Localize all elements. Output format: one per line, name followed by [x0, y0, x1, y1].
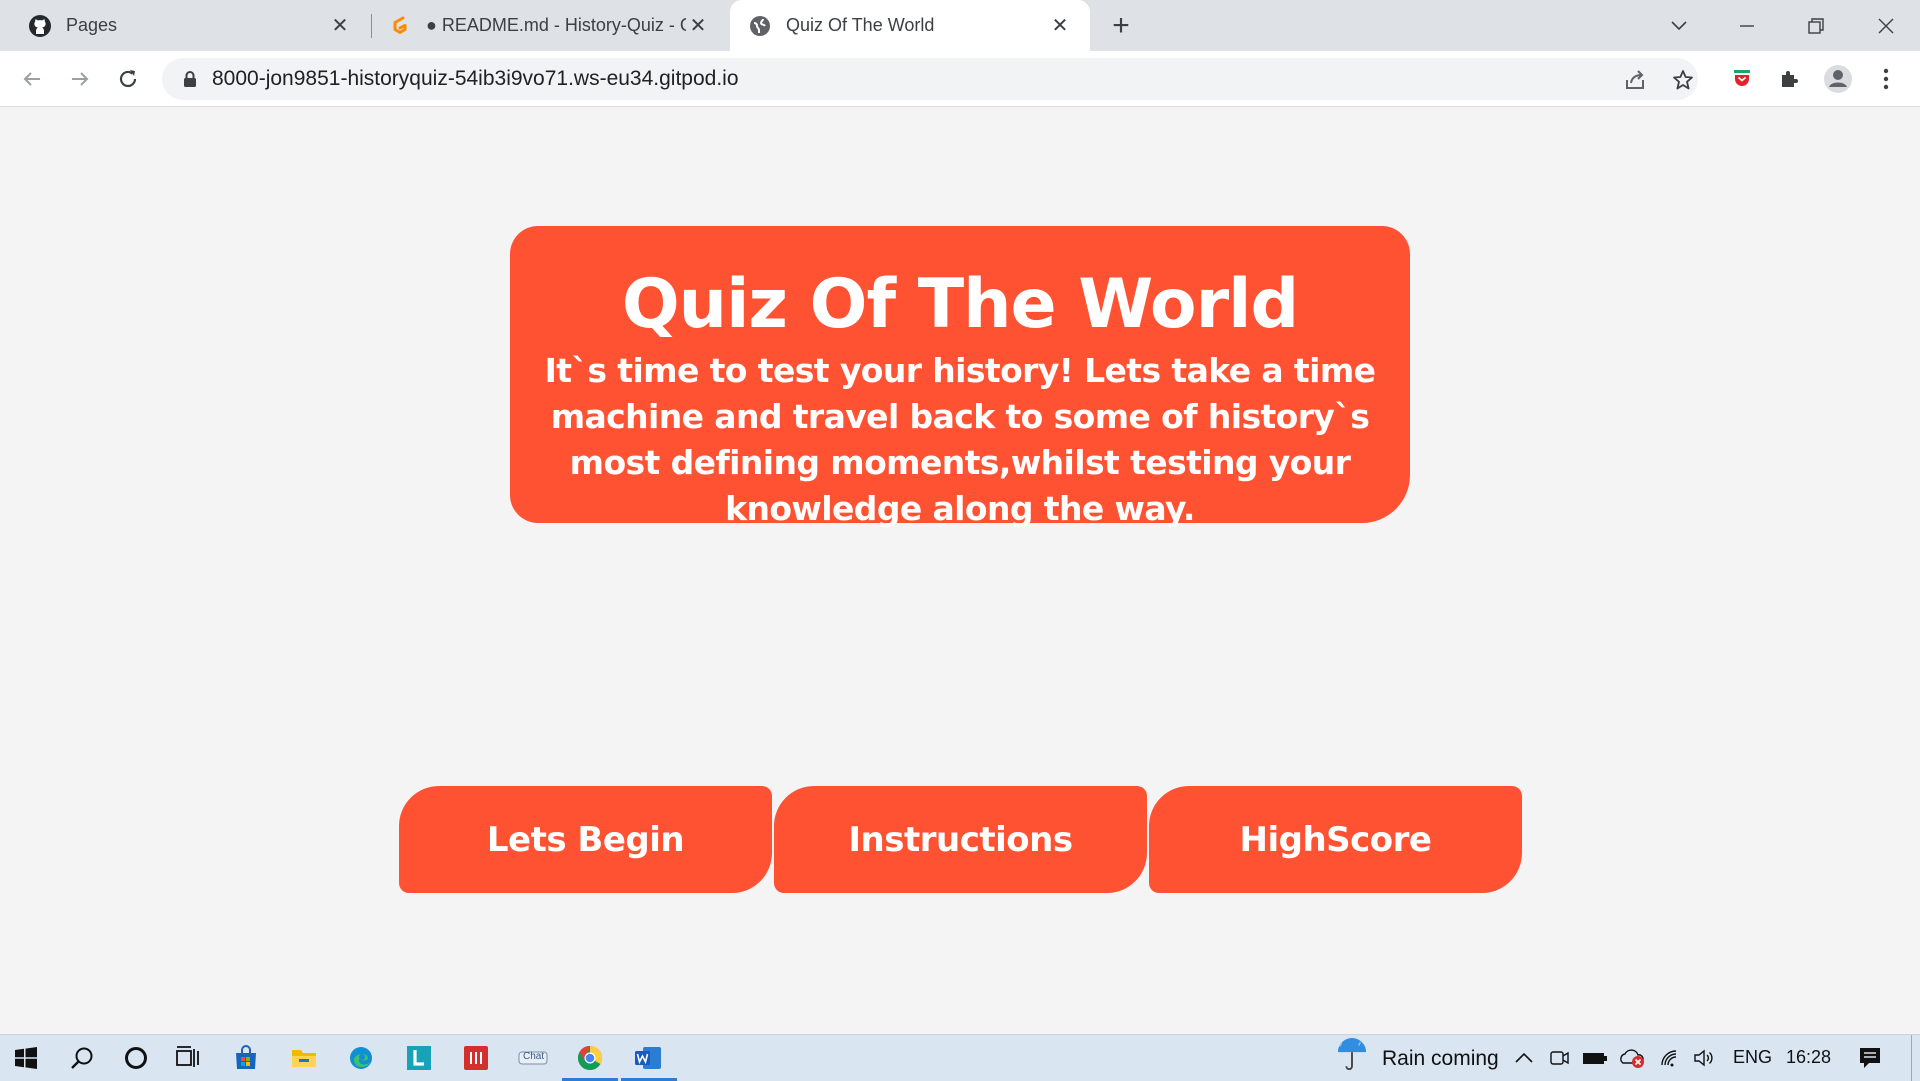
tab-title: Pages [66, 15, 118, 35]
l-app-icon[interactable] [403, 1042, 435, 1074]
instructions-button[interactable]: Instructions [774, 786, 1147, 893]
show-hidden-icons-chevron-icon[interactable] [1508, 1042, 1540, 1074]
notifications-icon[interactable] [1854, 1042, 1886, 1074]
highscore-button[interactable]: HighScore [1149, 786, 1522, 893]
lets-begin-button[interactable]: Lets Begin [399, 786, 772, 893]
extensions-puzzle-icon[interactable] [1774, 63, 1806, 95]
browser-tabstrip: Pages ✕ ● README.md - History-Quiz - G ✕… [0, 0, 1920, 51]
input-language[interactable]: ENG [1733, 1047, 1772, 1068]
chrome-menu-icon[interactable] [1870, 63, 1902, 95]
restore-icon[interactable] [1796, 8, 1836, 44]
show-desktop-divider[interactable] [1911, 1035, 1912, 1081]
close-icon[interactable]: ✕ [328, 14, 352, 38]
profile-avatar-icon[interactable] [1822, 63, 1854, 95]
reload-icon[interactable] [112, 63, 144, 95]
word-icon[interactable] [632, 1042, 664, 1074]
windows-start-icon[interactable] [10, 1042, 42, 1074]
wifi-icon[interactable] [1655, 1042, 1687, 1074]
close-icon[interactable]: ✕ [686, 14, 710, 38]
action-buttons: Lets Begin Instructions HighScore [0, 786, 1920, 896]
hero-card: Quiz Of The World It`s time to test your… [510, 226, 1410, 528]
new-tab-plus-icon[interactable]: + [1105, 9, 1137, 42]
browser-toolbar: 8000-jon9851-historyquiz-54ib3i9vo71.ws-… [0, 51, 1920, 107]
chrome-taskbar-icon[interactable] [574, 1042, 606, 1074]
tab-search-chevron-icon[interactable] [1659, 8, 1699, 44]
tab-quiz-of-the-world[interactable]: Quiz Of The World ✕ [730, 0, 1090, 51]
close-window-icon[interactable] [1866, 8, 1906, 44]
bookmark-star-icon[interactable] [1670, 67, 1696, 93]
url-text[interactable]: 8000-jon9851-historyquiz-54ib3i9vo71.ws-… [212, 67, 739, 91]
forward-arrow-icon[interactable] [64, 63, 96, 95]
globe-icon [748, 14, 772, 38]
tab-title: Quiz Of The World [786, 15, 935, 35]
volume-icon[interactable] [1688, 1042, 1720, 1074]
microsoft-store-icon[interactable] [230, 1042, 262, 1074]
intro-text: It`s time to test your history! Lets tak… [544, 351, 1376, 528]
address-bar[interactable]: 8000-jon9851-historyquiz-54ib3i9vo71.ws-… [162, 58, 1698, 100]
lock-icon[interactable] [180, 69, 200, 89]
tab-readme[interactable]: ● README.md - History-Quiz - G ✕ [360, 0, 728, 51]
edge-browser-icon[interactable] [345, 1042, 377, 1074]
tab-pages[interactable]: Pages ✕ [0, 0, 370, 51]
weather-text[interactable]: Rain coming [1382, 1047, 1499, 1071]
cortana-icon[interactable] [120, 1042, 152, 1074]
gitpod-icon [388, 14, 412, 38]
minimize-icon[interactable] [1727, 8, 1767, 44]
battery-icon[interactable] [1579, 1042, 1611, 1074]
search-icon[interactable] [66, 1042, 98, 1074]
tab-title: ● README.md - History-Quiz - G [426, 15, 686, 35]
back-arrow-icon[interactable] [16, 63, 48, 95]
file-explorer-icon[interactable] [288, 1042, 320, 1074]
red-app-icon[interactable] [460, 1042, 492, 1074]
page-viewport: Quiz Of The World It`s time to test your… [0, 107, 1920, 1034]
onedrive-error-icon[interactable] [1616, 1042, 1648, 1074]
task-view-icon[interactable] [172, 1042, 204, 1074]
close-icon[interactable]: ✕ [1048, 14, 1072, 38]
umbrella-weather-icon[interactable] [1336, 1038, 1368, 1071]
share-icon[interactable] [1622, 67, 1648, 93]
windows-taskbar: Chat Rain coming ENG 16:28 [0, 1034, 1920, 1081]
pocket-extension-icon[interactable] [1726, 63, 1758, 95]
github-icon [28, 14, 52, 38]
chat-label: Chat [523, 1051, 545, 1062]
page-title: Quiz Of The World [621, 265, 1299, 344]
chat-icon[interactable]: Chat [517, 1042, 549, 1074]
clock-time[interactable]: 16:28 [1786, 1047, 1831, 1068]
meet-now-icon[interactable] [1543, 1042, 1575, 1074]
